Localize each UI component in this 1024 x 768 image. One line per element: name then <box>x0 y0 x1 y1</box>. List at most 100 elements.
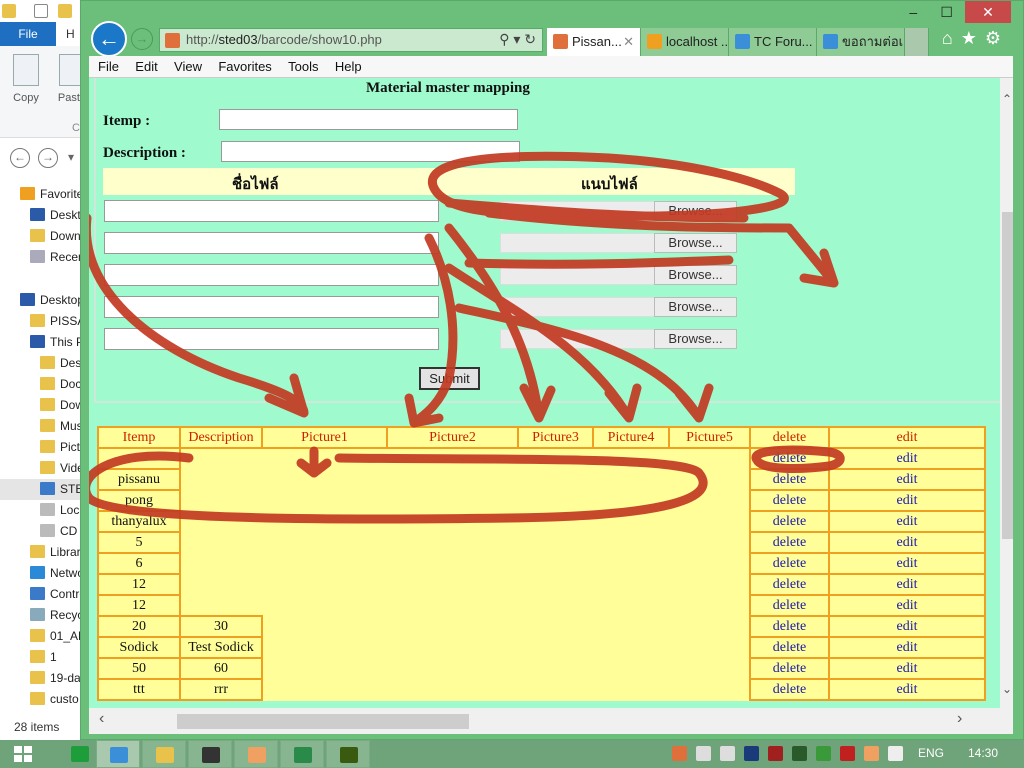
edit-link[interactable]: edit <box>828 678 986 701</box>
address-bar[interactable]: http://sted03/barcode/show10.php ⚲ ▾ ↻ <box>159 28 543 52</box>
tree-item[interactable]: 19-da <box>30 668 81 689</box>
tree-item[interactable]: custo <box>30 689 79 710</box>
v-app-icon[interactable] <box>792 746 807 762</box>
file-name-input[interactable] <box>104 328 439 350</box>
delete-link[interactable]: delete <box>749 678 830 701</box>
action-center-icon[interactable] <box>888 746 903 762</box>
menu-tools[interactable]: Tools <box>288 56 318 78</box>
acrobat-icon[interactable] <box>840 746 855 762</box>
copy-button[interactable]: Copy <box>6 54 46 104</box>
delete-link[interactable]: delete <box>749 615 830 638</box>
taskbar-file-explorer[interactable] <box>142 740 186 768</box>
browser-tab[interactable]: localhost ... <box>641 28 729 56</box>
browser-tab[interactable]: ขอถามต่อเ... <box>817 28 905 56</box>
horizontal-scrollbar[interactable]: ‹ › <box>89 708 1013 734</box>
settings-icon[interactable]: ⚙ <box>985 28 1009 48</box>
delete-link[interactable]: delete <box>749 657 830 680</box>
start-button[interactable] <box>14 746 32 762</box>
vertical-scroll-thumb[interactable] <box>1002 212 1013 539</box>
delete-link[interactable]: delete <box>749 510 830 533</box>
file-name-input[interactable] <box>104 232 439 254</box>
edit-link[interactable]: edit <box>828 594 986 617</box>
edit-link[interactable]: edit <box>828 552 986 575</box>
file-name-input[interactable] <box>104 264 439 286</box>
delete-link[interactable]: delete <box>749 531 830 554</box>
sync-icon[interactable] <box>816 746 831 762</box>
tree-item[interactable]: STED03 <box>0 479 105 500</box>
vertical-scrollbar[interactable]: ⌃ ⌄ <box>1000 78 1013 708</box>
menu-file[interactable]: File <box>98 56 119 78</box>
edit-link[interactable]: edit <box>828 447 986 470</box>
home-icon[interactable]: ⌂ <box>942 28 961 48</box>
file-path-field[interactable] <box>500 297 655 317</box>
mcafee-icon[interactable] <box>768 746 783 762</box>
browse-button[interactable]: Browse... <box>654 265 737 285</box>
forward-button[interactable]: → <box>38 148 58 168</box>
delete-link[interactable]: delete <box>749 552 830 575</box>
language-indicator[interactable]: ENG <box>918 746 944 760</box>
menu-favorites[interactable]: Favorites <box>218 56 271 78</box>
new-folder-icon[interactable] <box>58 4 72 18</box>
browse-button[interactable]: Browse... <box>654 233 737 253</box>
scroll-left-icon[interactable]: ‹ <box>99 710 104 728</box>
ribbon-tab-home[interactable]: H <box>66 22 75 46</box>
minimize-button[interactable]: ‒ <box>898 1 928 23</box>
xampp-icon[interactable] <box>672 746 687 762</box>
taskbar-dreamweaver[interactable] <box>326 740 370 768</box>
scroll-up-icon[interactable]: ⌃ <box>1002 92 1012 106</box>
taskbar-vnc[interactable] <box>188 740 232 768</box>
properties-icon[interactable] <box>34 4 48 18</box>
edit-link[interactable]: edit <box>828 468 986 491</box>
back-button[interactable]: ← <box>10 148 30 168</box>
horizontal-scroll-thumb[interactable] <box>177 714 469 729</box>
file-path-field[interactable] <box>500 233 655 253</box>
network-icon[interactable] <box>720 746 735 762</box>
app-orange-icon[interactable] <box>864 746 879 762</box>
delete-link[interactable]: delete <box>749 468 830 491</box>
search-refresh-controls[interactable]: ⚲ ▾ ↻ <box>499 31 536 48</box>
menu-help[interactable]: Help <box>335 56 362 78</box>
edit-link[interactable]: edit <box>828 615 986 638</box>
tree-item[interactable]: Desktop <box>20 290 84 311</box>
tree-item[interactable]: 1 <box>30 647 57 668</box>
folder-icon[interactable] <box>2 4 16 18</box>
file-path-field[interactable] <box>500 329 655 349</box>
ribbon-tab-file[interactable]: File <box>0 22 56 46</box>
back-button[interactable]: ← <box>91 21 127 57</box>
description-input[interactable] <box>221 141 520 162</box>
submit-button[interactable]: Submit <box>419 367 480 390</box>
maximize-button[interactable]: ☐ <box>932 1 962 23</box>
browser-tab[interactable]: TC Foru... <box>729 28 817 56</box>
browser-tab[interactable]: Pissan... ✕ <box>547 28 641 56</box>
close-button[interactable]: ✕ <box>965 1 1011 23</box>
browse-button[interactable]: Browse... <box>654 329 737 349</box>
clock[interactable]: 14:30 <box>968 746 998 760</box>
new-tab-button[interactable] <box>905 28 929 56</box>
file-name-input[interactable] <box>104 296 439 318</box>
menu-edit[interactable]: Edit <box>135 56 157 78</box>
edit-link[interactable]: edit <box>828 657 986 680</box>
browse-button[interactable]: Browse... <box>654 297 737 317</box>
browse-button[interactable]: Browse... <box>654 201 737 221</box>
taskbar-internet-explorer[interactable] <box>96 740 140 768</box>
edit-link[interactable]: edit <box>828 573 986 596</box>
file-name-input[interactable] <box>104 200 439 222</box>
edit-link[interactable]: edit <box>828 510 986 533</box>
menu-view[interactable]: View <box>174 56 202 78</box>
favorites-icon[interactable]: ★ <box>961 28 985 48</box>
file-path-field[interactable] <box>500 265 655 285</box>
url-text[interactable]: http://sted03/barcode/show10.php <box>186 32 382 47</box>
taskbar-outlook-like[interactable] <box>234 740 278 768</box>
delete-link[interactable]: delete <box>749 447 830 470</box>
scroll-right-icon[interactable]: › <box>957 710 962 728</box>
itemp-input[interactable] <box>219 109 518 130</box>
edit-link[interactable]: edit <box>828 636 986 659</box>
tree-item[interactable]: Favorites <box>20 184 89 205</box>
volume-muted-icon[interactable] <box>696 746 711 762</box>
delete-link[interactable]: delete <box>749 594 830 617</box>
forward-button[interactable]: → <box>131 28 153 50</box>
taskbar-excel[interactable] <box>280 740 324 768</box>
close-tab-icon[interactable]: ✕ <box>623 28 634 56</box>
file-path-field[interactable] <box>500 201 655 221</box>
edit-link[interactable]: edit <box>828 531 986 554</box>
